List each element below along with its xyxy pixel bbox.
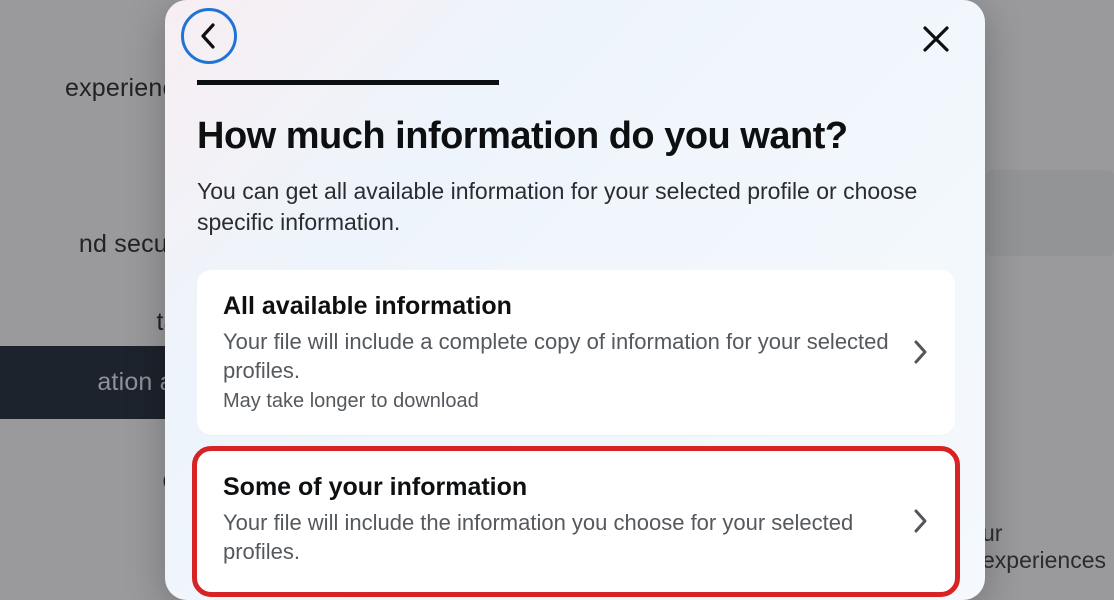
modal-heading: How much information do you want? bbox=[197, 115, 955, 158]
chevron-left-icon bbox=[198, 22, 220, 50]
option-title: All available information bbox=[223, 292, 895, 321]
back-button[interactable] bbox=[181, 8, 237, 64]
modal-subheading: You can get all available information fo… bbox=[197, 176, 952, 238]
option-text: Some of your information Your file will … bbox=[223, 473, 895, 571]
modal-dialog: How much information do you want? You ca… bbox=[165, 0, 985, 600]
option-all-information[interactable]: All available information Your file will… bbox=[197, 270, 955, 435]
option-some-information[interactable]: Some of your information Your file will … bbox=[197, 451, 955, 593]
option-body: Your file will include a complete copy o… bbox=[223, 327, 895, 386]
progress-indicator bbox=[197, 80, 499, 85]
option-body: Your file will include the information y… bbox=[223, 508, 895, 567]
chevron-right-icon bbox=[913, 508, 929, 534]
chevron-right-icon bbox=[913, 339, 929, 365]
modal-content: How much information do you want? You ca… bbox=[197, 80, 955, 600]
close-button[interactable] bbox=[915, 18, 957, 60]
option-text: All available information Your file will… bbox=[223, 292, 895, 413]
option-title: Some of your information bbox=[223, 473, 895, 502]
close-icon bbox=[921, 24, 951, 54]
option-note: May take longer to download bbox=[223, 390, 895, 413]
